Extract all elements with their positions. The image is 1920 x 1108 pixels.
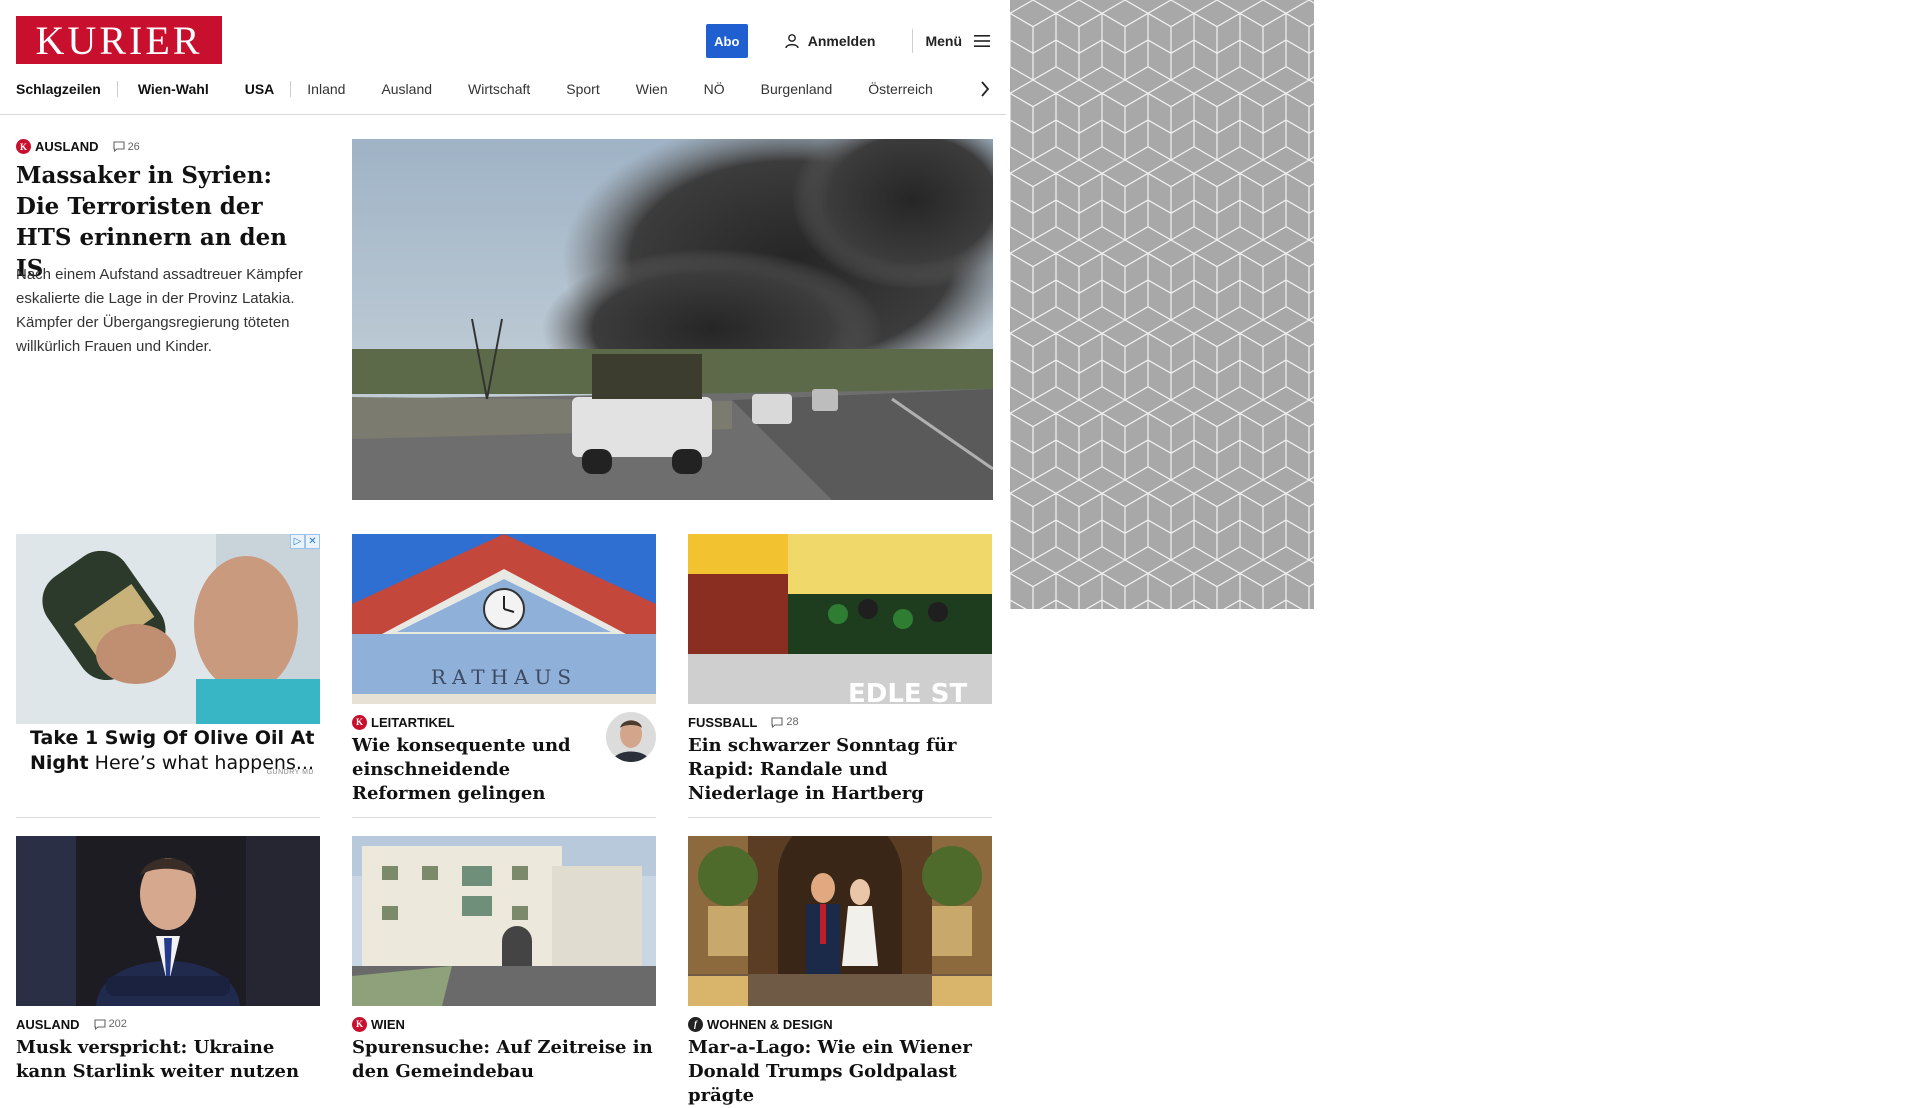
article-card[interactable]: f WOHNEN & DESIGN Mar-a-Lago: Wie ein Wi… [688, 836, 992, 1108]
card-headline[interactable]: Musk verspricht: Ukraine kann Starlink w… [16, 1036, 320, 1084]
card-headline[interactable]: Wie konsequente und einschneidende Refor… [352, 734, 592, 806]
article-card[interactable]: RATHAUS K LEITARTIKEL Wie konsequente un… [352, 534, 656, 806]
card-comment-count[interactable]: 202 [94, 1018, 127, 1030]
card-meta: FUSSBALL 28 [688, 714, 992, 730]
card-category[interactable]: AUSLAND [16, 1017, 80, 1032]
card-category[interactable]: WOHNEN & DESIGN [707, 1017, 833, 1032]
gemeindebau-photo [352, 836, 656, 1006]
ad-choices[interactable]: ▷ ✕ [290, 534, 320, 549]
user-icon [785, 34, 799, 49]
card-comments-value: 202 [108, 1018, 127, 1030]
card-headline[interactable]: Mar-a-Lago: Wie ein Wiener Donald Trumps… [688, 1036, 992, 1108]
login-label: Anmelden [807, 33, 876, 49]
ad-image [16, 534, 320, 724]
kurier-k-icon: K [352, 714, 367, 730]
nav-item-wien-wahl[interactable]: Wien-Wahl [138, 81, 209, 97]
nav-item-wirtschaft[interactable]: Wirtschaft [468, 81, 530, 97]
banner-text: EDLE ST [848, 679, 967, 704]
lead-comments-value: 26 [127, 140, 140, 153]
musk-photo [16, 836, 320, 1006]
nav-item-oesterreich[interactable]: Österreich [868, 81, 933, 97]
card-divider [688, 817, 992, 818]
card-divider [16, 817, 320, 818]
lead-meta: K AUSLAND 26 [16, 139, 140, 154]
hamburger-icon [974, 35, 990, 47]
card-meta: K WIEN [352, 1016, 656, 1032]
card-category[interactable]: WIEN [371, 1017, 405, 1032]
cube-pattern [1010, 0, 1314, 609]
kurier-logo[interactable]: KURIER [16, 16, 222, 64]
syria-convoy-photo [352, 139, 993, 500]
article-card[interactable]: EDLE ST FUSSBALL 28 Ein schwarzer Sonnta… [688, 534, 992, 806]
abo-button[interactable]: Abo [705, 24, 748, 58]
card-meta: AUSLAND 202 [16, 1016, 320, 1032]
article-card[interactable]: AUSLAND 202 Musk verspricht: Ukraine kan… [16, 836, 320, 1084]
nav-item-wien[interactable]: Wien [636, 81, 668, 97]
lead-comment-count[interactable]: 26 [113, 141, 140, 153]
author-avatar[interactable] [606, 712, 656, 762]
author-portrait [606, 712, 656, 762]
nav-item-sport[interactable]: Sport [566, 81, 599, 97]
ad-sponsor: GUNDRY MD [266, 769, 314, 776]
nav-separator [290, 81, 292, 97]
rathaus-sign: RATHAUS [431, 665, 577, 689]
lead-teaser: Nach einem Aufstand assadtreuer Kämpfer … [16, 266, 303, 355]
design-brand-icon: f [688, 1016, 703, 1032]
comment-icon [113, 141, 125, 152]
comment-icon [94, 1018, 106, 1030]
card-headline[interactable]: Ein schwarzer Sonntag für Rapid: Randale… [688, 734, 992, 806]
card-category[interactable]: LEITARTIKEL [371, 715, 455, 730]
nav-item-schlagzeilen[interactable]: Schlagzeilen [16, 81, 101, 97]
comment-icon [771, 716, 783, 728]
card-headline[interactable]: Spurensuche: Auf Zeitreise in den Gemein… [352, 1036, 656, 1084]
nav-item-burgenland[interactable]: Burgenland [761, 81, 833, 97]
lead-image[interactable] [352, 139, 993, 500]
nav-scroll-right[interactable] [980, 78, 994, 100]
nav-separator [116, 81, 118, 97]
chevron-right-icon [981, 81, 990, 97]
card-comment-count[interactable]: 28 [771, 716, 799, 728]
card-comments-value: 28 [786, 716, 799, 728]
mar-a-lago-photo [688, 836, 992, 1006]
nav-item-ausland[interactable]: Ausland [381, 81, 432, 97]
header-actions: Abo Anmelden Menü [705, 24, 1006, 58]
article-card[interactable]: K WIEN Spurensuche: Auf Zeitreise in den… [352, 836, 656, 1084]
card-meta: f WOHNEN & DESIGN [688, 1016, 992, 1032]
card-category[interactable]: FUSSBALL [688, 715, 757, 730]
login-button[interactable]: Anmelden [784, 33, 876, 49]
rapid-fans-photo: EDLE ST [688, 534, 992, 704]
menu-button[interactable]: Menü [925, 33, 990, 49]
menu-label: Menü [925, 33, 962, 49]
rathaus-photo: RATHAUS [352, 534, 656, 704]
nav-item-inland[interactable]: Inland [307, 81, 345, 97]
kurier-k-icon: K [16, 139, 31, 154]
side-ad-slot[interactable] [1010, 0, 1314, 609]
advertisement[interactable]: ▷ ✕ Take 1 Swig Of Olive Oil At Night He… [16, 534, 320, 784]
nav-item-noe[interactable]: NÖ [704, 81, 725, 97]
site-header: KURIER Abo Anmelden Menü Schlagzeilen Wi… [0, 0, 1006, 115]
ad-info-icon[interactable]: ▷ [290, 534, 305, 549]
close-icon[interactable]: ✕ [305, 534, 320, 549]
kurier-k-icon: K [352, 1016, 367, 1032]
lead-category[interactable]: AUSLAND [35, 139, 99, 154]
nav-item-usa[interactable]: USA [245, 81, 275, 97]
card-divider [352, 817, 656, 818]
section-nav: Schlagzeilen Wien-Wahl USA Inland Auslan… [16, 78, 933, 100]
header-divider [912, 29, 914, 53]
